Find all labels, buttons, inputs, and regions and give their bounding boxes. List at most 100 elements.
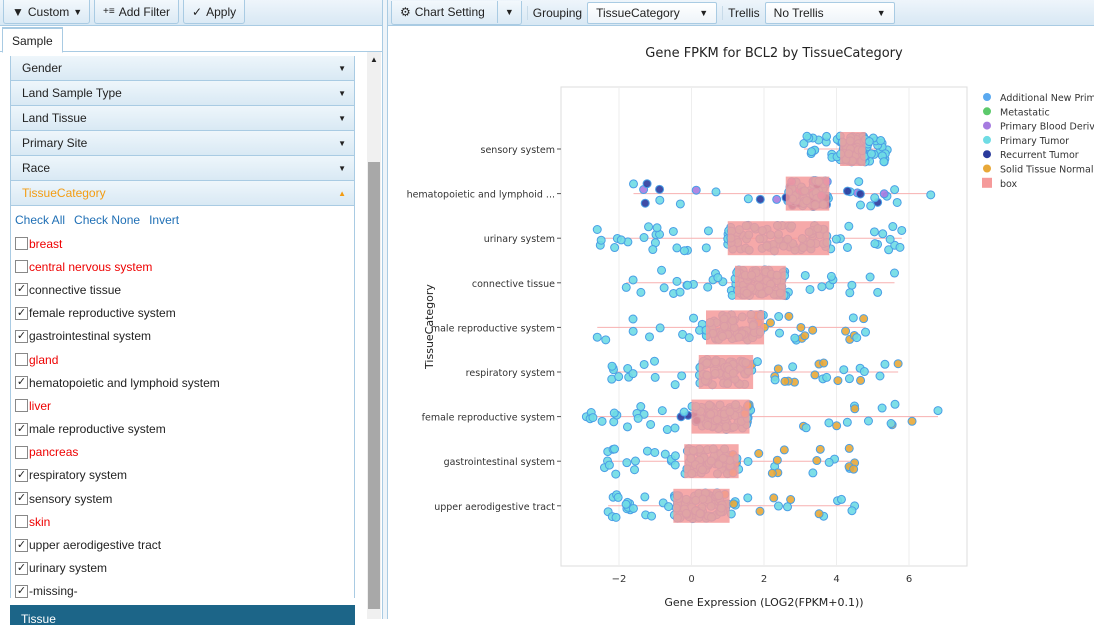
legend-label: Solid Tissue Normal: [1000, 165, 1093, 176]
filter-panel: ▼ Custom ▼ +≡ Add Filter ✓ Apply Sample Gend…: [0, 0, 383, 626]
data-point: [713, 273, 723, 283]
tab-sample[interactable]: Sample: [2, 27, 63, 53]
x-axis-label: Gene Expression (LOG2(FPKM+0.1)): [664, 596, 863, 609]
checkbox-item[interactable]: ✓ upper aerodigestive tract: [15, 533, 350, 556]
data-point: [743, 493, 753, 503]
section-header[interactable]: Land Tissue ▼: [10, 106, 355, 131]
trellis-select[interactable]: No Trellis ▼: [764, 1, 895, 24]
custom-button[interactable]: ▼ Custom ▼: [3, 0, 90, 24]
checkbox[interactable]: [15, 237, 28, 251]
add-filter-icon: +≡: [103, 6, 115, 17]
section-tissue[interactable]: Tissue: [10, 605, 355, 626]
section-header-active[interactable]: TissueCategory ▲: [10, 181, 355, 206]
section-header[interactable]: Primary Site ▼: [10, 131, 355, 156]
data-point: [650, 372, 660, 382]
legend-label: box: [1000, 179, 1018, 190]
checkbox-item[interactable]: ✓ -missing-: [15, 580, 350, 603]
data-point: [640, 492, 650, 502]
checkbox[interactable]: ✓: [15, 492, 28, 506]
checkbox[interactable]: ✓: [15, 329, 28, 343]
checkbox-item[interactable]: ✓ hematopoietic and lymphoid system: [15, 371, 350, 394]
data-point: [642, 446, 652, 456]
data-point: [772, 194, 782, 204]
checkbox[interactable]: [15, 260, 28, 274]
checkbox-item[interactable]: gland: [15, 348, 350, 371]
checkbox[interactable]: [15, 515, 28, 529]
box: [727, 221, 830, 256]
data-point: [691, 185, 701, 195]
data-point: [647, 511, 657, 521]
chevron-down-icon[interactable]: ▼: [496, 1, 521, 23]
legend-label: Metastatic: [1000, 107, 1050, 118]
scroll-up-icon[interactable]: ▲: [367, 55, 381, 64]
checkbox-item[interactable]: ✓ male reproductive system: [15, 418, 350, 441]
section-header[interactable]: Gender ▼: [10, 56, 355, 81]
data-point: [765, 318, 775, 328]
legend-marker: [983, 107, 991, 116]
data-point: [784, 311, 794, 321]
checkbox[interactable]: ✓: [15, 584, 28, 598]
data-point: [878, 229, 888, 239]
checkbox-item[interactable]: pancreas: [15, 441, 350, 464]
data-point: [849, 464, 859, 474]
chevron-down-icon[interactable]: ▼: [73, 7, 82, 17]
box: [840, 132, 866, 166]
checkbox[interactable]: ✓: [15, 422, 28, 436]
section-header[interactable]: Land Sample Type ▼: [10, 81, 355, 106]
checkbox-item[interactable]: ✓ female reproductive system: [15, 302, 350, 325]
y-tick-label: gastrointestinal system: [444, 457, 555, 468]
checkbox-item[interactable]: ✓ urinary system: [15, 557, 350, 580]
checkbox[interactable]: ✓: [15, 561, 28, 575]
data-point: [633, 413, 643, 423]
data-point: [844, 221, 854, 231]
data-point: [772, 455, 782, 465]
checkbox-item[interactable]: central nervous system: [15, 255, 350, 278]
section-header[interactable]: Race ▼: [10, 156, 355, 181]
data-point: [628, 503, 638, 513]
data-point: [796, 322, 806, 332]
checkbox-item[interactable]: liver: [15, 394, 350, 417]
checkbox[interactable]: [15, 399, 28, 413]
data-point: [611, 469, 621, 479]
data-point: [672, 276, 682, 286]
data-point: [864, 137, 874, 147]
data-point: [711, 187, 721, 197]
data-point: [755, 506, 765, 516]
checkbox-item[interactable]: ✓ sensory system: [15, 487, 350, 510]
data-point: [770, 375, 780, 385]
chart-setting-button[interactable]: ⚙ Chart Setting ▼: [391, 0, 522, 25]
checkbox[interactable]: ✓: [15, 468, 28, 482]
data-point: [703, 282, 713, 292]
checkbox-item[interactable]: ✓ connective tissue: [15, 278, 350, 301]
y-tick-label: hematopoietic and lymphoid ...: [407, 190, 555, 201]
checkbox[interactable]: ✓: [15, 376, 28, 390]
filter-icon: ▼: [12, 4, 24, 19]
data-point: [648, 245, 658, 255]
y-tick-label: sensory system: [481, 145, 555, 156]
data-point: [886, 419, 896, 429]
scrollbar[interactable]: ▲: [367, 52, 381, 619]
legend-marker: [983, 93, 991, 101]
checkbox[interactable]: ✓: [15, 306, 28, 320]
checkbox[interactable]: [15, 445, 28, 459]
apply-button[interactable]: ✓ Apply: [183, 0, 246, 24]
add-filter-button[interactable]: +≡ Add Filter: [94, 0, 180, 24]
checkbox[interactable]: ✓: [15, 283, 28, 297]
checkbox-item[interactable]: breast: [15, 232, 350, 255]
invert-link[interactable]: Invert: [149, 213, 179, 227]
checkbox[interactable]: ✓: [15, 538, 28, 552]
checkbox[interactable]: [15, 353, 28, 367]
data-point: [926, 190, 936, 200]
data-point: [597, 416, 607, 426]
check-none-link[interactable]: Check None: [74, 213, 140, 227]
data-point: [650, 447, 660, 457]
scrollbar-thumb[interactable]: [368, 162, 380, 609]
chart-title: Gene FPKM for BCL2 by TissueCategory: [645, 46, 903, 61]
data-point: [802, 131, 812, 141]
checkbox-item[interactable]: ✓ gastrointestinal system: [15, 325, 350, 348]
grouping-select[interactable]: TissueCategory ▼: [587, 1, 718, 24]
checkbox-item[interactable]: ✓ respiratory system: [15, 464, 350, 487]
checkbox-item[interactable]: skin: [15, 510, 350, 533]
check-all-link[interactable]: Check All: [15, 213, 65, 227]
y-tick-label: male reproductive system: [431, 323, 555, 334]
